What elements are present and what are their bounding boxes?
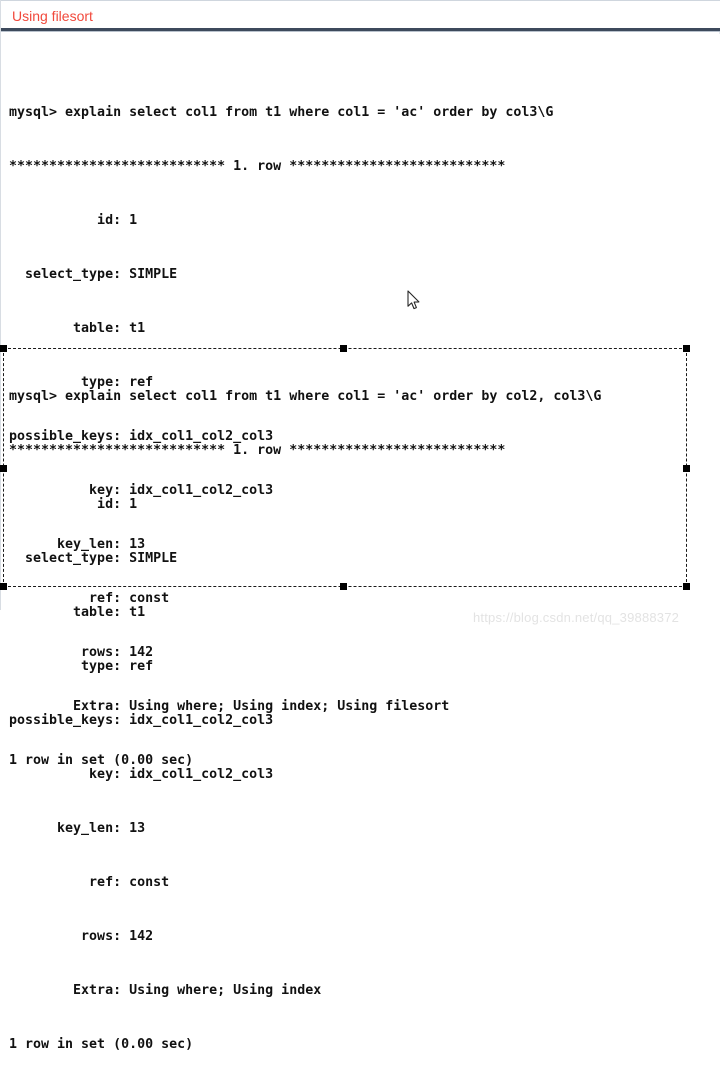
terminal-line: ref: const: [9, 875, 170, 890]
terminal-line: type: ref: [9, 659, 154, 674]
terminal-line: key_len: 13: [9, 821, 146, 836]
terminal-line: select_type: SIMPLE: [9, 267, 178, 282]
terminal-line: id: 1: [9, 497, 138, 512]
terminal-line: Extra: Using where; Using index: [9, 983, 322, 998]
terminal-line: id: 1: [9, 213, 138, 228]
explain-output-block-2[interactable]: mysql> explain select col1 from t1 where…: [1, 352, 720, 1090]
terminal-line: rows: 142: [9, 929, 154, 944]
terminal-line: select_type: SIMPLE: [9, 551, 178, 566]
terminal-line: mysql> explain select col1 from t1 where…: [9, 389, 602, 404]
terminal-line: mysql> explain select col1 from t1 where…: [9, 105, 554, 120]
terminal-line: key: idx_col1_col2_col3: [9, 767, 274, 782]
terminal-line: *************************** 1. row *****…: [9, 159, 506, 174]
terminal-console[interactable]: mysql> explain select col1 from t1 where…: [1, 34, 720, 1052]
page-title: Using filesort: [12, 8, 93, 24]
watermark: https://blog.csdn.net/qq_39888372: [473, 610, 680, 625]
mouse-pointer-icon: [407, 290, 421, 311]
terminal-line: 1 row in set (0.00 sec): [9, 1037, 194, 1052]
terminal-line: table: t1: [9, 321, 146, 336]
header-divider-rule-soft: [1, 31, 720, 32]
header-banner: Using filesort: [1, 0, 720, 29]
terminal-line: *************************** 1. row *****…: [9, 443, 506, 458]
screenshot-page: Using filesort mysql> explain select col…: [0, 0, 720, 1052]
terminal-line: possible_keys: idx_col1_col2_col3: [9, 713, 274, 728]
